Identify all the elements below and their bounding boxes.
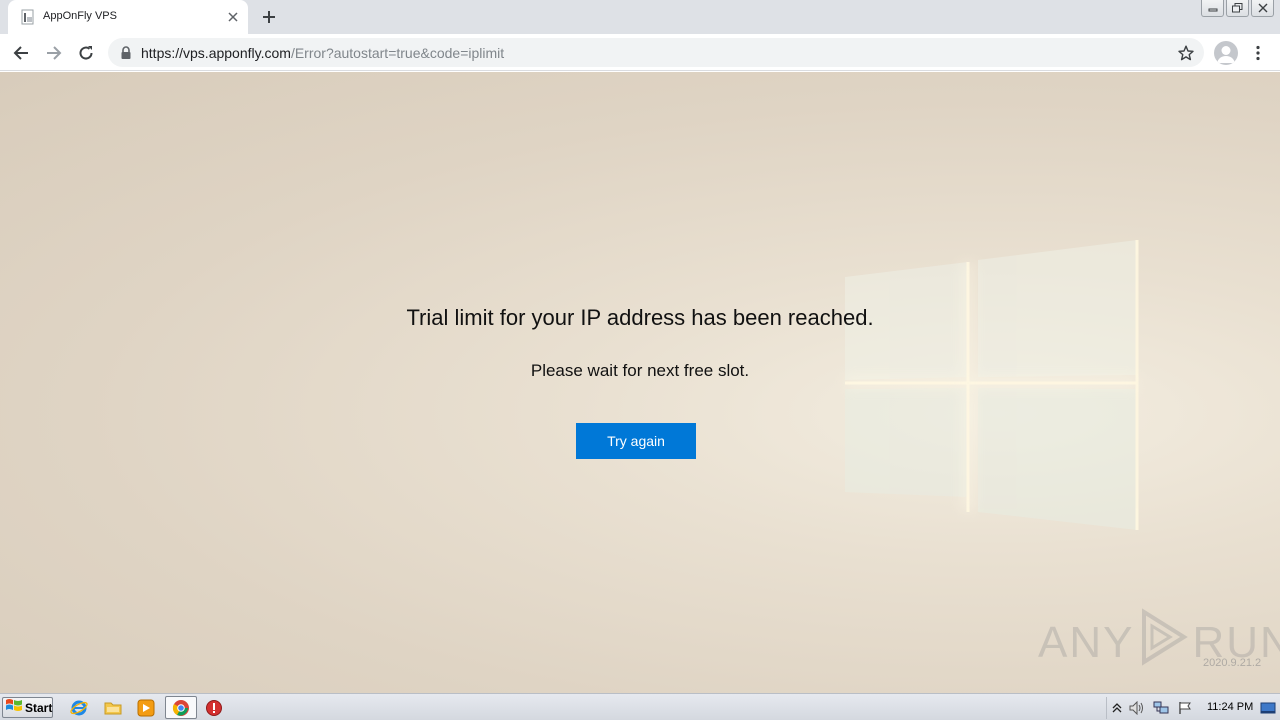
kebab-menu-icon[interactable] (1248, 41, 1268, 65)
volume-icon[interactable] (1129, 700, 1145, 716)
back-arrow-icon[interactable] (9, 41, 33, 65)
play-logo-icon (1138, 608, 1189, 677)
start-label: Start (25, 700, 53, 715)
window-controls (1201, 0, 1274, 18)
window-close-icon[interactable] (1251, 0, 1274, 17)
star-icon[interactable] (1176, 43, 1196, 63)
close-icon[interactable] (224, 8, 242, 26)
windows-flag-icon (5, 697, 23, 718)
favicon-page-icon (21, 9, 37, 25)
profile-icon[interactable] (1214, 41, 1238, 65)
media-player-icon[interactable] (136, 698, 156, 718)
watermark-text-left: ANY (1038, 617, 1135, 667)
network-icon[interactable] (1153, 700, 1169, 716)
reload-icon[interactable] (74, 41, 98, 65)
chrome-icon[interactable] (171, 698, 191, 718)
folder-icon[interactable] (103, 698, 123, 718)
windows-wallpaper-logo (845, 240, 1139, 530)
plus-icon[interactable] (259, 7, 279, 27)
minimize-icon[interactable] (1201, 0, 1224, 17)
taskbar: Start 11:24 PM (0, 693, 1280, 720)
url-host: https://vps.apponfly.com (141, 45, 291, 61)
url-path: /Error?autostart=true&code=iplimit (290, 45, 505, 61)
action-center-flag-icon[interactable] (1177, 700, 1193, 716)
address-bar[interactable]: https://vps.apponfly.com/Error?autostart… (108, 38, 1204, 67)
start-button[interactable]: Start (2, 697, 53, 718)
internet-explorer-icon[interactable] (69, 698, 89, 718)
lock-icon[interactable] (120, 46, 132, 59)
system-tray: 11:24 PM (1106, 697, 1278, 719)
show-desktop-icon[interactable] (1260, 700, 1276, 716)
browser-tab[interactable]: AppOnFly VPS (8, 0, 248, 34)
taskbar-clock[interactable]: 11:24 PM (1207, 701, 1253, 713)
error-subtitle: Please wait for next free slot. (530, 361, 750, 380)
tray-arrow-icon[interactable] (1109, 700, 1125, 716)
tab-title: AppOnFly VPS (43, 10, 117, 22)
try-again-button[interactable]: Try again (576, 423, 696, 459)
forward-arrow-icon[interactable] (42, 41, 66, 65)
page-viewport: Trial limit for your IP address has been… (0, 72, 1280, 693)
restore-icon[interactable] (1226, 0, 1249, 17)
version-label: 2020.9.21.2 (1203, 657, 1262, 669)
tab-strip: AppOnFly VPS (0, 0, 1280, 34)
browser-toolbar: https://vps.apponfly.com/Error?autostart… (0, 34, 1280, 71)
error-title: Trial limit for your IP address has been… (406, 305, 874, 330)
url-text[interactable]: https://vps.apponfly.com/Error?autostart… (141, 45, 504, 61)
stop-sign-icon[interactable] (204, 698, 224, 718)
